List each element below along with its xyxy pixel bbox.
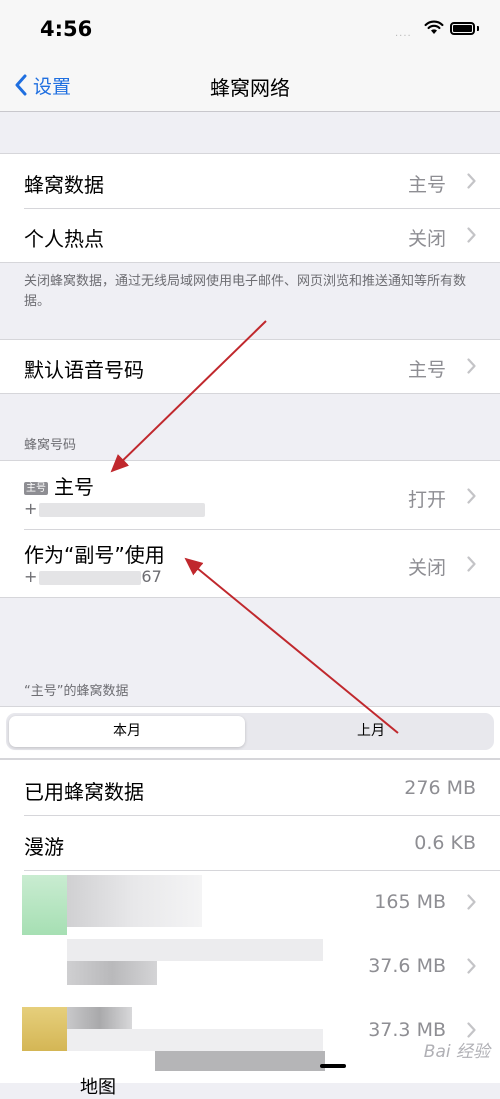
personal-hotspot-row[interactable]: 个人热点 关闭 <box>0 209 500 262</box>
chevron-right-icon <box>467 488 476 504</box>
default-voice-value: 主号 <box>407 359 446 381</box>
app-detail-redacted <box>155 1051 325 1071</box>
app-name-redacted <box>67 1007 132 1029</box>
chevron-right-icon <box>467 358 476 374</box>
cellular-data-row[interactable]: 蜂窝数据 主号 <box>0 154 500 208</box>
wifi-icon <box>424 20 444 39</box>
app-detail-redacted <box>67 1029 323 1051</box>
secondary-number-suffix: 67 <box>141 567 162 586</box>
chevron-right-icon <box>467 894 476 910</box>
chevron-right-icon <box>467 173 476 189</box>
roaming-label: 漫游 <box>24 835 64 859</box>
app-name-redacted <box>67 939 323 961</box>
app-detail-redacted <box>67 961 157 985</box>
battery-icon <box>450 22 475 35</box>
primary-line-value: 打开 <box>407 489 446 511</box>
app-usage-value: 165 MB <box>374 891 446 913</box>
battery-tip <box>477 26 479 31</box>
cellular-group: 蜂窝数据 主号 个人热点 关闭 <box>0 153 500 263</box>
default-voice-label: 默认语音号码 <box>24 358 144 382</box>
cellular-footnote: 关闭蜂窝数据，通过无线局域网使用电子邮件、网页浏览和推送通知等所有数据。 <box>24 274 467 309</box>
roaming-row: 漫游 0.6 KB <box>0 816 500 870</box>
primary-number-prefix: + <box>24 499 38 518</box>
cellular-data-label: 蜂窝数据 <box>24 173 104 197</box>
home-indicator <box>320 1064 346 1068</box>
personal-hotspot-value: 关闭 <box>407 228 446 250</box>
usage-group: 已用蜂窝数据 276 MB 漫游 0.6 KB 165 MB 37.6 MB 3… <box>0 758 500 1098</box>
used-data-label: 已用蜂窝数据 <box>24 780 144 804</box>
app-usage-row[interactable]: 37.6 MB <box>0 935 500 999</box>
app-name-redacted <box>67 875 202 927</box>
chevron-right-icon <box>467 556 476 572</box>
primary-number: + <box>24 499 206 518</box>
segment-this-month[interactable]: 本月 <box>9 716 245 747</box>
cellular-plans-group: 主号 主号 + 打开 作为“副号”使用 +67 关闭 <box>0 460 500 598</box>
secondary-line-label: 作为“副号”使用 <box>24 543 165 567</box>
personal-hotspot-label: 个人热点 <box>24 227 104 251</box>
primary-line-label: 主号 <box>54 475 94 499</box>
usage-header: “主号”的蜂窝数据 <box>24 684 129 699</box>
secondary-line-value: 关闭 <box>407 557 446 579</box>
default-voice-row[interactable]: 默认语音号码 主号 <box>0 340 500 393</box>
secondary-number-prefix: + <box>24 567 38 586</box>
app-usage-row[interactable]: 165 MB <box>0 871 500 935</box>
signal-icon: .... <box>395 28 412 39</box>
chevron-right-icon <box>467 1022 476 1038</box>
page-title: 蜂窝网络 <box>210 76 290 100</box>
number-redacted <box>39 570 142 585</box>
voice-group: 默认语音号码 主号 <box>0 339 500 394</box>
used-data-value: 276 MB <box>404 777 476 799</box>
chevron-right-icon <box>467 227 476 243</box>
secondary-number: +67 <box>24 567 162 586</box>
used-data-row: 已用蜂窝数据 276 MB <box>0 760 500 815</box>
cellular-plans-header: 蜂窝号码 <box>24 438 77 453</box>
primary-badge: 主号 <box>24 482 48 495</box>
cellular-data-value: 主号 <box>407 174 446 196</box>
app-usage-value: 37.6 MB <box>368 955 446 977</box>
secondary-line-row[interactable]: 作为“副号”使用 +67 关闭 <box>0 530 500 597</box>
segment-last-month[interactable]: 上月 <box>250 716 492 747</box>
primary-line-row[interactable]: 主号 主号 + 打开 <box>0 461 500 529</box>
app-icon <box>22 1007 67 1051</box>
app-icon <box>22 875 67 935</box>
number-redacted <box>39 502 206 517</box>
watermark: Bai 经验 <box>423 1042 490 1062</box>
app-name-partial: 地图 <box>80 1077 116 1098</box>
status-time: 4:56 <box>40 17 93 41</box>
roaming-value: 0.6 KB <box>414 832 476 854</box>
primary-line-title: 主号 主号 <box>24 471 94 500</box>
chevron-right-icon <box>467 958 476 974</box>
